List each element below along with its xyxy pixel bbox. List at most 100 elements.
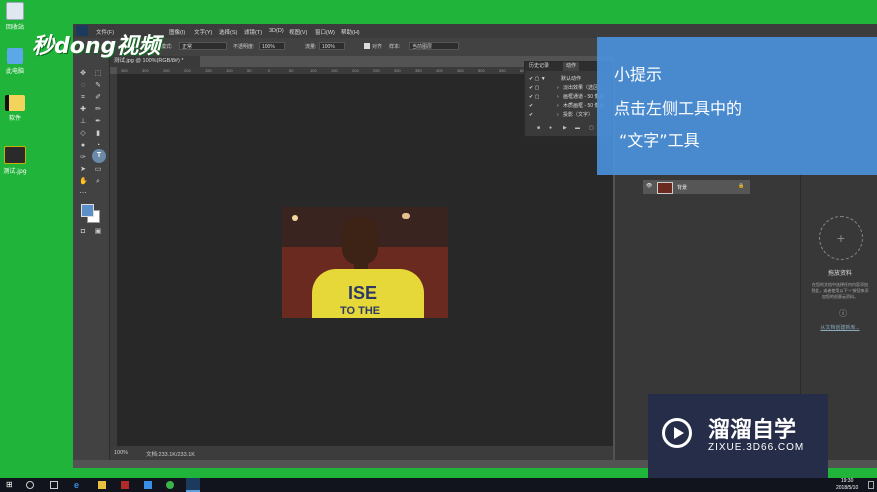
eyedropper-tool-icon[interactable]: ✐ bbox=[94, 94, 102, 102]
arena-light bbox=[292, 215, 298, 221]
layer-thumbnail bbox=[657, 182, 673, 194]
shirt-text: TO THE bbox=[340, 305, 381, 317]
ruler-tick-label: 300 bbox=[394, 68, 401, 73]
menu-3d[interactable]: 3D(D) bbox=[269, 28, 284, 34]
sample-select[interactable]: 当前图层 bbox=[409, 42, 459, 50]
arena-light bbox=[402, 213, 410, 219]
ruler-tick-label: 300 bbox=[142, 68, 149, 73]
mail-icon[interactable] bbox=[144, 481, 152, 489]
layer-row[interactable]: 👁 背景 🔒 bbox=[643, 180, 750, 194]
tip-box: 小提示 点击左侧工具中的 “文字”工具 bbox=[597, 37, 877, 175]
computer-icon bbox=[7, 48, 23, 64]
photoshop-taskbar-icon[interactable] bbox=[186, 478, 200, 492]
document-photo: ISE TO THE bbox=[282, 207, 448, 318]
menu-select[interactable]: 选择(S) bbox=[219, 28, 237, 36]
foreground-color-swatch[interactable] bbox=[81, 204, 94, 217]
tab-actions[interactable]: 动作 bbox=[563, 62, 580, 71]
ruler-tick-label: 150 bbox=[205, 68, 212, 73]
tab-history[interactable]: 历史记录 bbox=[529, 62, 549, 71]
zoom-tool-icon[interactable]: ⌕ bbox=[94, 178, 102, 186]
folder-icon[interactable]: ▬ bbox=[575, 124, 580, 133]
image-file-icon bbox=[4, 146, 26, 164]
menu-image[interactable]: 图像(I) bbox=[169, 28, 185, 36]
quick-select-tool-icon[interactable]: ✎ bbox=[94, 82, 102, 90]
move-tool-icon[interactable]: ✥ bbox=[79, 70, 87, 78]
rectangle-tool-icon[interactable]: ▭ bbox=[94, 166, 102, 174]
flow-input[interactable]: 100% bbox=[319, 42, 345, 50]
visibility-eye-icon[interactable]: 👁 bbox=[646, 183, 652, 189]
path-select-tool-icon[interactable]: ➤ bbox=[79, 166, 87, 174]
ruler-tick-label: 350 bbox=[121, 68, 128, 73]
hand-tool-icon[interactable]: ✋ bbox=[79, 178, 88, 186]
align-label: 对齐 bbox=[372, 44, 383, 50]
desktop-icon-computer[interactable]: 此电脑 bbox=[2, 48, 28, 75]
desktop-icon-recycle-bin[interactable]: 回收站 bbox=[2, 2, 28, 31]
opacity-input[interactable]: 100% bbox=[259, 42, 285, 50]
new-action-icon[interactable]: ▢ bbox=[589, 124, 594, 133]
ruler-tick-label: 0 bbox=[268, 68, 271, 73]
tip-title: 小提示 bbox=[614, 65, 663, 84]
healing-brush-tool-icon[interactable]: ✚ bbox=[79, 106, 87, 114]
play-icon[interactable]: ▶ bbox=[563, 124, 567, 133]
align-checkbox[interactable] bbox=[364, 43, 370, 49]
ruler-tick-label: 50 bbox=[247, 68, 252, 73]
menu-window[interactable]: 窗口(W) bbox=[315, 28, 335, 36]
info-icon[interactable]: ⓘ bbox=[839, 308, 847, 319]
brush-tool-icon[interactable]: ✏ bbox=[94, 106, 102, 114]
start-icon[interactable]: ⊞ bbox=[6, 481, 14, 489]
task-view-icon[interactable] bbox=[50, 481, 58, 489]
desktop-icon-software[interactable]: 软件 bbox=[2, 95, 28, 122]
ruler-tick-label: 450 bbox=[457, 68, 464, 73]
watermark-box: 溜溜自学 ZIXUE.3D66.COM bbox=[648, 394, 828, 478]
screen-mode-icon[interactable]: ▣ bbox=[94, 228, 102, 236]
create-library-link[interactable]: 从文档创建新库... bbox=[805, 324, 875, 331]
record-icon[interactable]: ● bbox=[549, 124, 552, 133]
player-head bbox=[342, 217, 378, 265]
edge-icon[interactable]: e bbox=[74, 481, 82, 490]
search-icon[interactable] bbox=[26, 481, 34, 489]
clone-stamp-tool-icon[interactable]: ⊥ bbox=[79, 118, 87, 126]
ruler-tick-label: 100 bbox=[310, 68, 317, 73]
type-tool-icon[interactable]: T bbox=[92, 149, 106, 163]
shirt-text: ISE bbox=[348, 283, 378, 303]
quick-mask-icon[interactable]: ◘ bbox=[79, 228, 87, 236]
layer-name: 背景 bbox=[677, 185, 688, 191]
play-logo-icon bbox=[662, 418, 692, 448]
menu-help[interactable]: 帮助(H) bbox=[341, 28, 360, 36]
flow-label: 流量: bbox=[305, 44, 317, 50]
notification-icon[interactable] bbox=[868, 481, 874, 489]
status-bar: 100% 文档:233.1K/233.1K bbox=[110, 446, 613, 460]
pen-tool-icon[interactable]: ✑ bbox=[79, 154, 87, 162]
stop-icon[interactable]: ■ bbox=[537, 124, 540, 133]
eraser-tool-icon[interactable]: ◇ bbox=[79, 130, 87, 138]
tip-line: “文字”工具 bbox=[619, 131, 700, 150]
mode-select[interactable]: 正常 bbox=[179, 42, 227, 50]
blur-tool-icon[interactable]: ● bbox=[79, 142, 87, 150]
watermark-url: ZIXUE.3D66.COM bbox=[708, 442, 805, 453]
libraries-desc: 在您的文档中选择任何内容添加 到此，或者使用以下"+"按钮来添 加您的创意云资料… bbox=[811, 282, 869, 299]
crop-tool-icon[interactable]: ⌗ bbox=[79, 94, 87, 102]
ruler-tick-label: 250 bbox=[373, 68, 380, 73]
wechat-icon[interactable] bbox=[166, 481, 174, 489]
more-tools-icon[interactable]: ⋯ bbox=[79, 190, 87, 198]
history-brush-tool-icon[interactable]: ✒ bbox=[94, 118, 102, 126]
app-icon[interactable] bbox=[121, 481, 129, 489]
sample-label: 样本: bbox=[389, 44, 401, 50]
ruler-tick-label: 350 bbox=[415, 68, 422, 73]
desktop-icon-image-file[interactable]: 测试.jpg bbox=[2, 146, 28, 175]
menu-filter[interactable]: 滤镜(T) bbox=[244, 28, 262, 36]
menu-view[interactable]: 视图(V) bbox=[289, 28, 307, 36]
ruler-tick-label: 550 bbox=[499, 68, 506, 73]
watermark-brand: 溜溜自学 bbox=[708, 418, 797, 443]
explorer-icon[interactable] bbox=[98, 481, 106, 489]
gradient-tool-icon[interactable]: ▮ bbox=[94, 130, 102, 138]
marquee-tool-icon[interactable]: ⬚ bbox=[94, 70, 102, 78]
desktop-icon-label: 软件 bbox=[8, 115, 21, 122]
tip-line: 点击左侧工具中的 bbox=[614, 99, 743, 118]
menu-type[interactable]: 文字(Y) bbox=[194, 28, 212, 36]
video-logo: 秒dong视频 bbox=[32, 34, 161, 59]
add-asset-button[interactable]: + bbox=[819, 216, 863, 260]
desktop-icon-label: 此电脑 bbox=[5, 68, 24, 75]
lasso-tool-icon[interactable]: ◌ bbox=[79, 82, 87, 90]
ruler-tick-label: 250 bbox=[163, 68, 170, 73]
